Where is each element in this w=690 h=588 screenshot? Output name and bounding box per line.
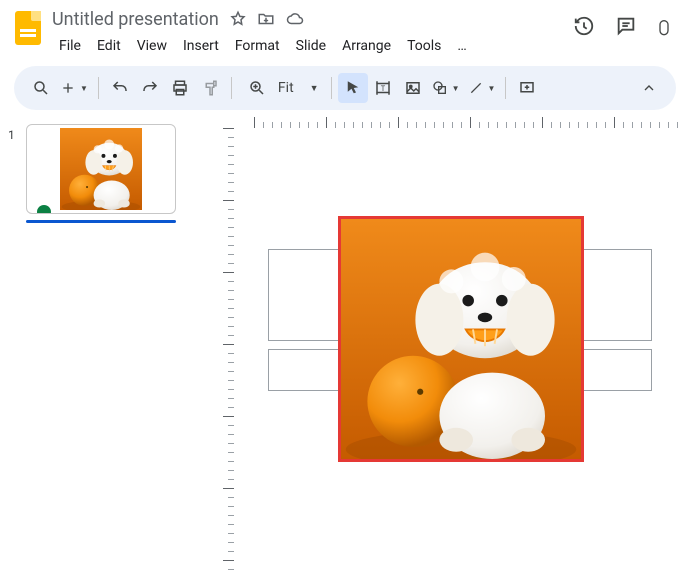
toolbar-separator xyxy=(331,77,332,99)
notifications-icon[interactable] xyxy=(656,14,672,38)
horizontal-ruler[interactable] xyxy=(234,110,690,128)
menu-slide[interactable]: Slide xyxy=(289,34,333,58)
thumbnail-indicator xyxy=(37,205,51,214)
line-tool[interactable]: ▼ xyxy=(464,73,500,103)
zoom-level-label[interactable]: Fit xyxy=(272,80,310,96)
zoom-control[interactable]: Fit ▼ xyxy=(242,73,325,103)
menu-file[interactable]: File xyxy=(52,34,88,58)
thumbnail-number: 1 xyxy=(8,124,18,142)
image-content xyxy=(341,219,581,459)
menu-bar: File Edit View Insert Format Slide Arran… xyxy=(52,34,572,58)
print-button[interactable] xyxy=(165,73,195,103)
vertical-ruler[interactable] xyxy=(216,128,234,588)
search-tool[interactable] xyxy=(26,73,56,103)
workspace: 1 xyxy=(0,110,690,588)
menu-overflow[interactable]: … xyxy=(450,34,473,58)
shape-tool[interactable]: ▼ xyxy=(428,73,464,103)
paint-format-button[interactable] xyxy=(195,73,225,103)
history-icon[interactable] xyxy=(572,14,596,38)
selected-image[interactable] xyxy=(338,216,584,462)
menu-tools[interactable]: Tools xyxy=(400,34,448,58)
zoom-icon[interactable] xyxy=(242,73,272,103)
thumbnail-selection-underline xyxy=(26,220,176,223)
textbox-tool[interactable]: T xyxy=(368,73,398,103)
svg-text:T: T xyxy=(380,84,385,93)
slide-canvas[interactable] xyxy=(210,110,690,588)
menu-insert[interactable]: Insert xyxy=(176,34,226,58)
menu-format[interactable]: Format xyxy=(228,34,287,58)
slide-thumbnail[interactable] xyxy=(26,124,176,214)
chevron-down-icon: ▼ xyxy=(80,84,88,93)
toolbar-separator xyxy=(505,77,506,99)
toolbar-separator xyxy=(98,77,99,99)
chevron-down-icon: ▼ xyxy=(488,84,496,93)
add-comment-tool[interactable] xyxy=(512,73,542,103)
chevron-down-icon[interactable]: ▼ xyxy=(310,83,325,94)
image-tool[interactable] xyxy=(398,73,428,103)
move-icon[interactable] xyxy=(257,10,275,28)
redo-button[interactable] xyxy=(135,73,165,103)
app-header: Untitled presentation File Edit View Ins… xyxy=(0,0,690,58)
select-tool[interactable] xyxy=(338,73,368,103)
toolbar-separator xyxy=(231,77,232,99)
star-icon[interactable] xyxy=(229,10,247,28)
collapse-toolbar-button[interactable] xyxy=(634,73,664,103)
menu-edit[interactable]: Edit xyxy=(90,34,128,58)
slide-panel[interactable]: 1 xyxy=(0,110,210,588)
comments-icon[interactable] xyxy=(614,14,638,38)
cloud-status-icon[interactable] xyxy=(285,10,305,28)
thumbnail-image xyxy=(60,128,142,210)
chevron-down-icon: ▼ xyxy=(452,84,460,93)
toolbar: ▼ Fit ▼ T ▼ ▼ xyxy=(14,66,676,110)
menu-view[interactable]: View xyxy=(130,34,174,58)
slides-logo[interactable] xyxy=(8,8,48,48)
new-slide-button[interactable]: ▼ xyxy=(56,73,92,103)
document-title[interactable]: Untitled presentation xyxy=(52,9,219,30)
undo-button[interactable] xyxy=(105,73,135,103)
menu-arrange[interactable]: Arrange xyxy=(335,34,398,58)
